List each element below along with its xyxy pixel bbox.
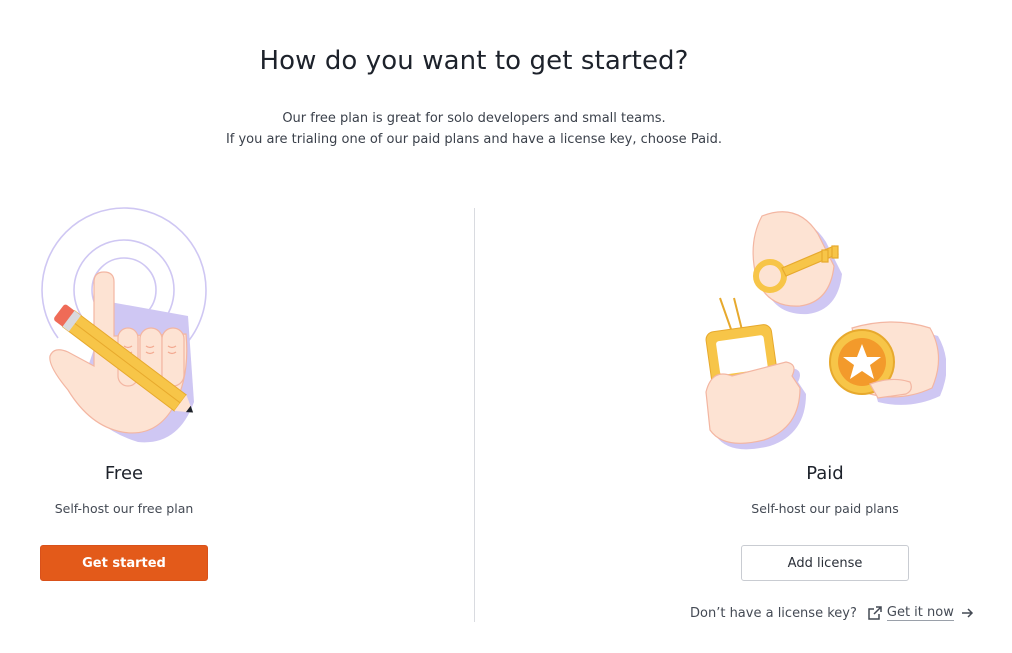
subtitle-line-2: If you are trialing one of our paid plan…: [225, 132, 723, 147]
free-plan-description: Self-host our free plan: [54, 501, 194, 516]
license-question: Don’t have a license key?: [690, 605, 857, 621]
plans-divider: [474, 208, 475, 622]
pencil-hand-illustration: [41, 207, 207, 443]
get-started-button[interactable]: Get started: [40, 545, 208, 581]
paid-plan-description: Self-host our paid plans: [751, 501, 899, 516]
add-license-button[interactable]: Add license: [741, 545, 909, 581]
page-subtitle: Our free plan is great for solo develope…: [0, 108, 948, 150]
arrow-right-icon[interactable]: [960, 606, 974, 620]
free-plan-title: Free: [104, 463, 144, 484]
external-link-icon: [868, 606, 882, 620]
license-help-row: Don’t have a license key? Get it now: [690, 604, 974, 622]
paid-plan-title: Paid: [806, 463, 844, 484]
subtitle-line-1: Our free plan is great for solo develope…: [282, 111, 666, 126]
get-license-link[interactable]: Get it now: [886, 605, 954, 621]
page-title: How do you want to get started?: [259, 46, 689, 76]
key-badge-coin-hands-illustration: [705, 211, 946, 450]
